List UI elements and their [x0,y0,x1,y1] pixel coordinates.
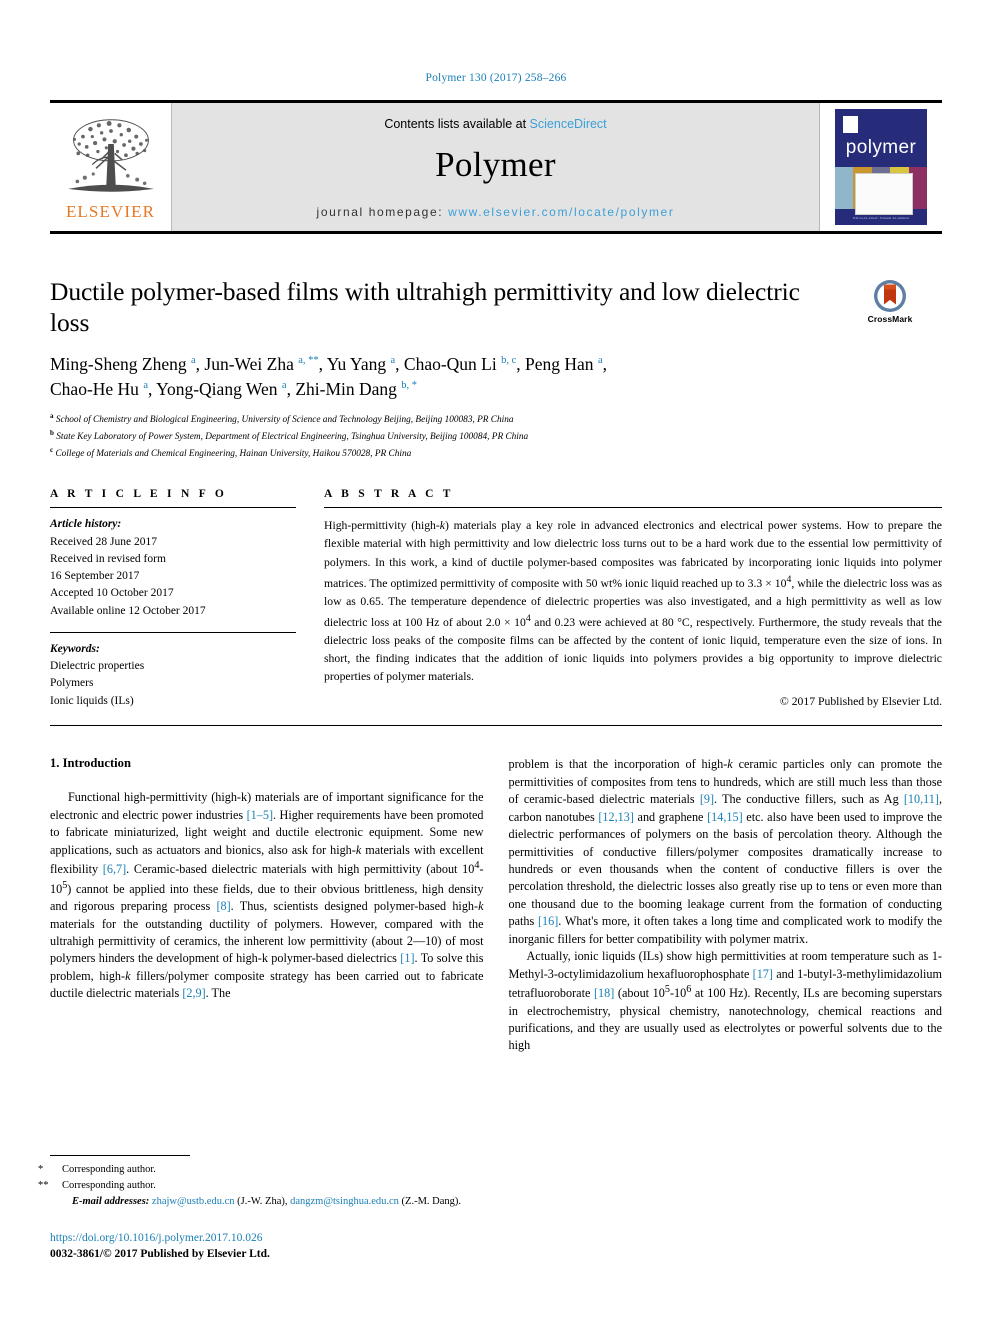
history-item: Accepted 10 October 2017 [50,587,174,600]
keyword-item: Ionic liquids (ILs) [50,694,134,707]
affiliation-text: State Key Laboratory of Power System, De… [56,432,529,443]
body-column-left: 1. Introduction Functional high-permitti… [50,756,484,1055]
affiliation-text: College of Materials and Chemical Engine… [55,449,412,460]
affiliation-marker: a [50,411,54,420]
body-columns: 1. Introduction Functional high-permitti… [50,756,942,1055]
article-page: Polymer 130 (2017) 258–266 ELSEVIER Cont… [0,0,992,1323]
title-row: Ductile polymer-based films with ultrahi… [50,276,942,338]
cover-publisher-mark-icon [843,116,858,133]
history-item: Available online 12 October 2017 [50,604,206,617]
footnote-text: Corresponding author. [62,1180,156,1192]
running-head: Polymer 130 (2017) 258–266 [425,72,567,84]
intro-paragraph-right-1: problem is that the incorporation of hig… [508,757,943,946]
journal-homepage-link[interactable]: www.elsevier.com/locate/polymer [448,205,674,219]
cover-footer-text: Editor-in-Chief: Saleem Al-Ahmad [853,216,909,220]
abstract-heading: A B S T R A C T [324,488,454,501]
history-item: 16 September 2017 [50,570,140,583]
article-info-column: A R T I C L E I N F O Article history: R… [50,488,296,711]
affiliation-text: School of Chemistry and Biological Engin… [55,415,514,425]
keywords-group: Keywords: Dielectric properties Polymers… [50,633,296,710]
affiliation-item: b State Key Laboratory of Power System, … [50,428,942,445]
footnote-text: Corresponding author. [62,1164,156,1176]
article-info-heading: A R T I C L E I N F O [50,488,228,501]
body-column-right: problem is that the incorporation of hig… [509,756,943,1055]
email-owner-2: (Z.-M. Dang). [401,1195,462,1207]
article-history-group: Article history: Received 28 June 2017 R… [50,508,296,620]
section-title-introduction: 1. Introduction [50,756,131,771]
affiliation-marker: b [50,429,54,438]
doi-link[interactable]: https://doi.org/10.1016/j.polymer.2017.1… [50,1230,480,1247]
journal-homepage-line: journal homepage: www.elsevier.com/locat… [317,205,675,219]
affiliation-item: a School of Chemistry and Biological Eng… [50,411,942,428]
masthead-center: Contents lists available at ScienceDirec… [172,103,819,231]
journal-masthead: ELSEVIER Contents lists available at Sci… [50,100,942,234]
author-list: Ming-Sheng Zheng a, Jun-Wei Zha a, **, Y… [50,352,942,402]
abstract-copyright: © 2017 Published by Elsevier Ltd. [779,695,942,709]
page-title: Ductile polymer-based films with ultrahi… [50,277,800,338]
contents-prefix: Contents lists available at [384,117,530,131]
doi-block: https://doi.org/10.1016/j.polymer.2017.1… [50,1230,480,1263]
affiliation-list: a School of Chemistry and Biological Eng… [50,411,942,462]
sciencedirect-link[interactable]: ScienceDirect [530,117,607,131]
footnote-emails: E-mail addresses: zhajw@ustb.edu.cn (J.-… [72,1195,462,1207]
journal-title: Polymer [435,145,556,184]
journal-cover-block: polymer Editor-in-Chief: Saleem Al-Ahmad [819,103,942,231]
crossmark-label: CrossMark [867,314,913,324]
author-line-1: Ming-Sheng Zheng a, Jun-Wei Zha a, **, Y… [50,354,607,375]
footnote-corresponding-2: ** Corresponding author. [38,1178,480,1194]
elsevier-wordmark: ELSEVIER [65,202,156,221]
keyword-item: Polymers [50,677,94,690]
cover-inset-chart [855,173,913,215]
abstract-body: High-permittivity (high-k) materials pla… [324,508,942,711]
elsevier-logo-block: ELSEVIER [50,103,172,231]
abstract-column: A B S T R A C T High-permittivity (high-… [324,488,942,711]
history-item: Received 28 June 2017 [50,535,157,548]
intro-paragraph-left: Functional high-permittivity (high-k) ma… [50,790,484,1001]
elsevier-tree-icon [67,119,154,192]
keyword-item: Dielectric properties [50,660,145,673]
abstract-text: High-permittivity (high-k) materials pla… [324,519,942,684]
homepage-prefix: journal homepage: [316,205,449,219]
cover-journal-title: polymer [845,137,917,158]
issn-copyright-line: 0032-3861/© 2017 Published by Elsevier L… [50,1248,270,1261]
footnote-corresponding-1: * Corresponding author. [38,1162,480,1178]
email-link-2[interactable]: dangzm@tsinghua.edu.cn [290,1196,399,1207]
email-addresses-label: E-mail addresses: [72,1195,150,1207]
affiliation-marker: c [50,446,54,455]
info-abstract-row: A R T I C L E I N F O Article history: R… [50,488,942,711]
keywords-label: Keywords: [50,642,100,655]
footnote-rule [50,1155,190,1157]
affiliation-item: c College of Materials and Chemical Engi… [50,445,942,462]
crossmark-icon [874,280,906,312]
journal-cover-image: polymer Editor-in-Chief: Saleem Al-Ahmad [835,109,927,225]
abstract-bottom-rule [50,725,942,727]
double-asterisk-icon: ** [38,1180,49,1192]
contents-available-line: Contents lists available at ScienceDirec… [384,117,606,131]
footnote-block: * Corresponding author. ** Corresponding a… [38,1155,480,1263]
author-line-2: Chao-He Hu a, Yong-Qiang Wen a, Zhi-Min … [50,379,418,400]
history-item: Received in revised form [50,552,166,565]
crossmark-badge[interactable]: CrossMark [838,276,942,324]
email-link-1[interactable]: zhajw@ustb.edu.cn [152,1196,235,1207]
article-history-label: Article history: [50,518,122,531]
asterisk-icon: * [38,1164,44,1176]
email-owner-1: (J.-W. Zha) [237,1195,285,1207]
intro-paragraph-right-2: Actually, ionic liquids (ILs) show high … [508,949,943,1053]
